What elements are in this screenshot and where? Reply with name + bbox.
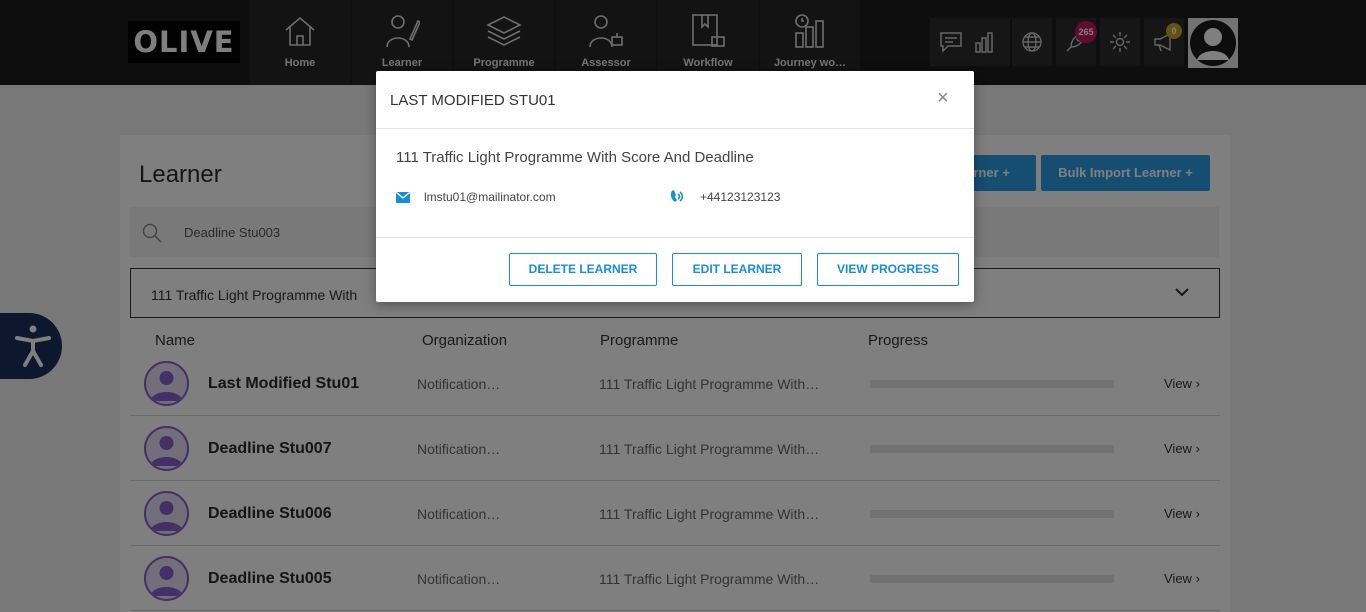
- delete-learner-button[interactable]: DELETE LEARNER: [509, 253, 657, 286]
- learner-details-modal: LAST MODIFIED STU01 × 111 Traffic Light …: [376, 71, 974, 302]
- edit-learner-button[interactable]: EDIT LEARNER: [672, 253, 802, 286]
- modal-body: 111 Traffic Light Programme With Score A…: [376, 129, 974, 238]
- envelope-icon: [396, 192, 410, 203]
- learner-phone[interactable]: +44123123123: [700, 190, 780, 204]
- view-progress-button[interactable]: VIEW PROGRESS: [817, 253, 959, 286]
- phone-icon: [670, 190, 684, 203]
- learner-email[interactable]: lmstu01@mailinator.com: [424, 190, 556, 204]
- modal-title: LAST MODIFIED STU01: [390, 92, 556, 109]
- modal-programme-name: 111 Traffic Light Programme With Score A…: [396, 149, 754, 166]
- close-icon[interactable]: ×: [937, 88, 949, 108]
- modal-header: LAST MODIFIED STU01 ×: [376, 71, 974, 129]
